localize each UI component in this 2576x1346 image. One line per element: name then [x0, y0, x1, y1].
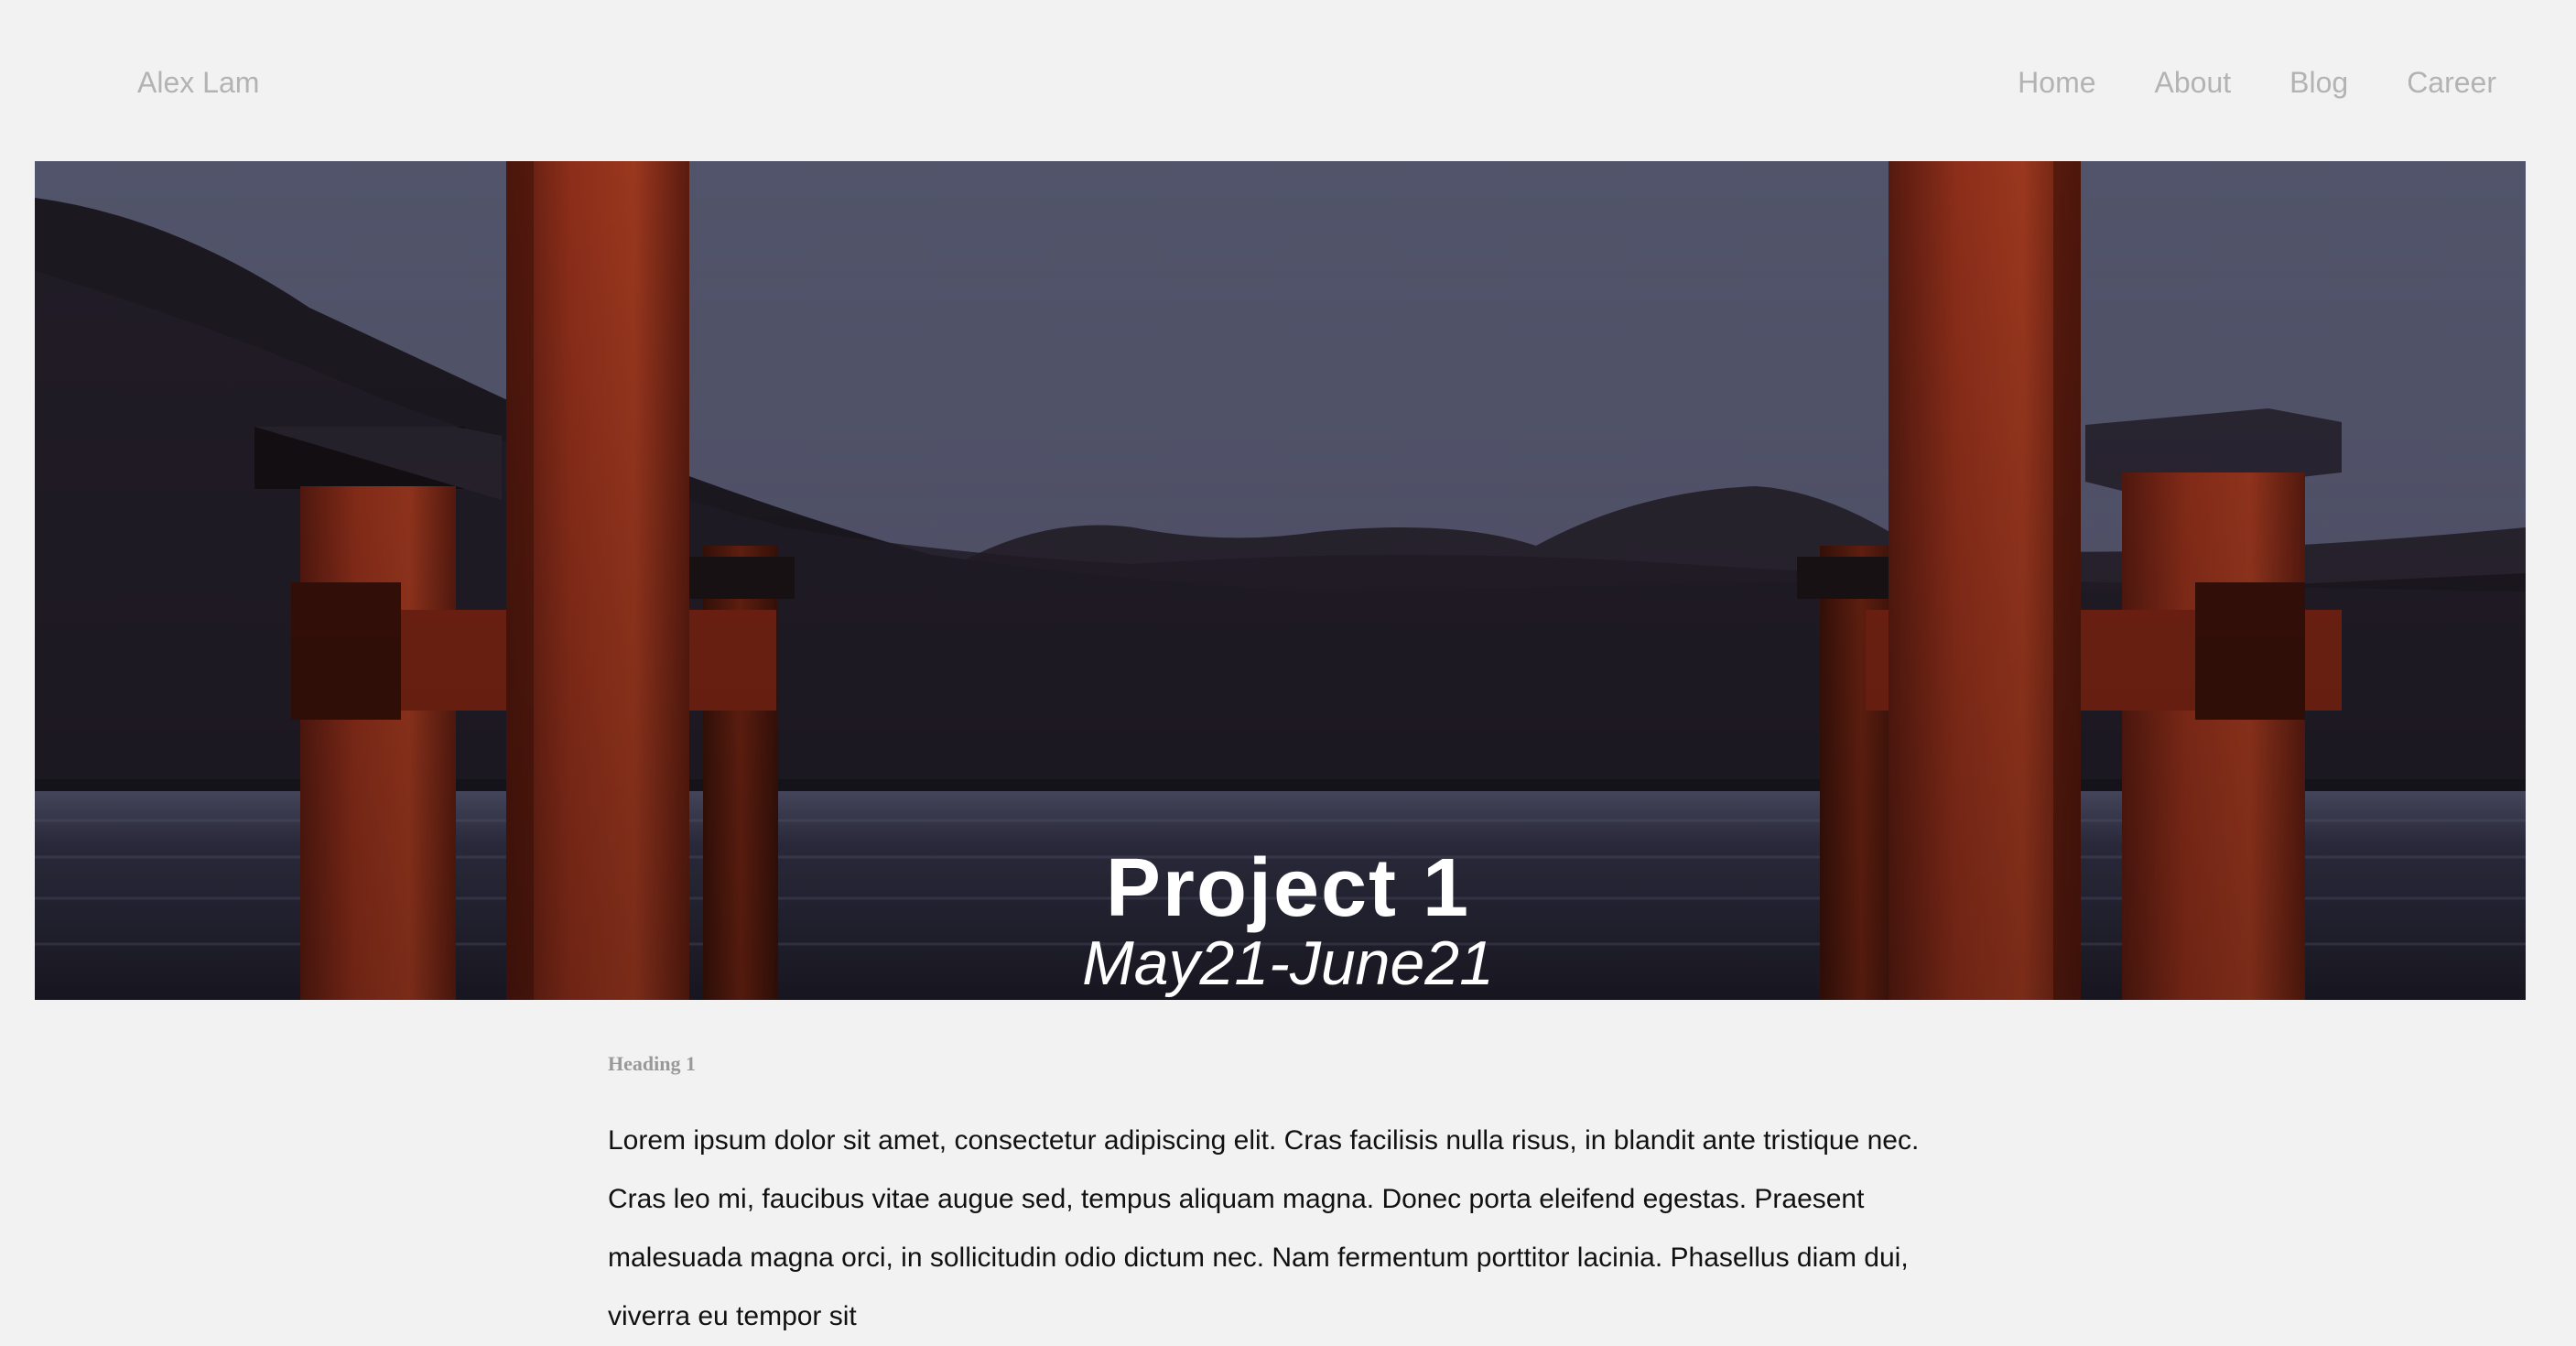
- article-content: Heading 1 Lorem ipsum dolor sit amet, co…: [608, 1044, 1954, 1346]
- nav-home-link[interactable]: Home: [2018, 62, 2095, 103]
- nav-career-link[interactable]: Career: [2407, 62, 2496, 103]
- main-nav: Home About Blog Career: [2018, 62, 2496, 103]
- nav-about-link[interactable]: About: [2155, 62, 2232, 103]
- hero-date: May21-June21: [1082, 928, 1494, 998]
- hero-title: Project 1: [1105, 842, 1471, 934]
- body-paragraph: Lorem ipsum dolor sit amet, consectetur …: [608, 1125, 1920, 1331]
- brand-link[interactable]: Alex Lam: [137, 62, 259, 103]
- section-heading: Heading 1: [608, 1052, 696, 1075]
- nav-blog-link[interactable]: Blog: [2289, 62, 2348, 103]
